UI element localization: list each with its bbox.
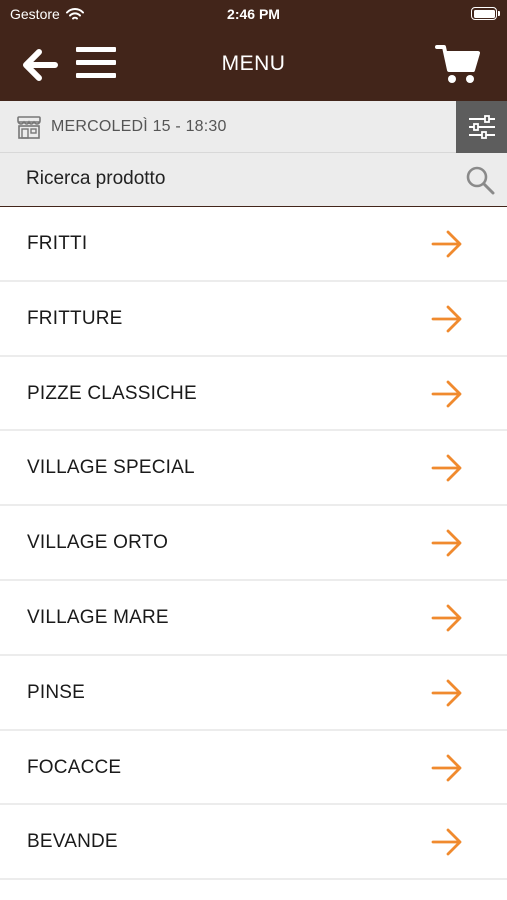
status-time: 2:46 PM xyxy=(227,6,280,22)
cart-icon[interactable] xyxy=(435,43,481,85)
chevron-arrow-right-icon xyxy=(431,604,462,632)
category-row[interactable]: PINSE xyxy=(0,655,507,731)
delivery-date-text: MERCOLEDÌ 15 - 18:30 xyxy=(51,118,227,135)
category-row[interactable]: VILLAGE ORTO xyxy=(0,506,507,581)
category-label: FRITTI xyxy=(27,233,88,254)
page-title: MENU xyxy=(221,52,286,75)
filter-button[interactable] xyxy=(456,101,507,153)
category-label: PIZZE CLASSICHE xyxy=(27,382,197,404)
chevron-arrow-right-icon xyxy=(431,454,462,482)
chevron-arrow-right-icon xyxy=(431,679,462,707)
search-icon[interactable] xyxy=(465,165,495,195)
category-list: FRITTI FRITTURE PIZZE CLASSICHE VILLAGE … xyxy=(0,207,507,881)
category-row[interactable]: BEVANDE xyxy=(0,805,507,881)
chevron-arrow-right-icon xyxy=(431,529,462,557)
search-bar xyxy=(0,153,507,207)
category-label: VILLAGE SPECIAL xyxy=(27,457,195,479)
category-row[interactable]: FOCACCE xyxy=(0,730,507,806)
category-label: PINSE xyxy=(27,681,86,703)
filter-sliders-icon xyxy=(468,115,495,139)
category-label: FRITTURE xyxy=(27,307,123,329)
category-label: BEVANDE xyxy=(27,831,118,853)
chevron-arrow-right-icon xyxy=(431,828,462,856)
category-row[interactable]: VILLAGE SPECIAL xyxy=(0,431,507,507)
category-label: FOCACCE xyxy=(27,756,122,778)
chevron-arrow-right-icon xyxy=(431,305,462,333)
category-label: VILLAGE ORTO xyxy=(27,532,169,554)
status-bar: Gestore 2:46 PM xyxy=(0,0,507,30)
shop-icon xyxy=(17,116,41,139)
nav-bar: MENU xyxy=(0,30,507,101)
category-row[interactable]: PIZZE CLASSICHE xyxy=(0,356,507,432)
category-row[interactable]: VILLAGE MARE xyxy=(0,580,507,656)
category-row[interactable]: FRITTURE xyxy=(0,281,507,357)
category-label: VILLAGE MARE xyxy=(27,606,169,628)
battery-icon xyxy=(471,7,500,20)
top-bar: Gestore 2:46 PM MENU xyxy=(0,0,507,101)
search-input[interactable] xyxy=(0,153,450,205)
category-row[interactable]: FRITTI xyxy=(0,207,507,282)
delivery-date-bar[interactable]: MERCOLEDÌ 15 - 18:30 xyxy=(0,101,507,153)
chevron-arrow-right-icon xyxy=(431,754,462,781)
chevron-arrow-right-icon xyxy=(431,230,462,258)
chevron-arrow-right-icon xyxy=(431,380,462,407)
